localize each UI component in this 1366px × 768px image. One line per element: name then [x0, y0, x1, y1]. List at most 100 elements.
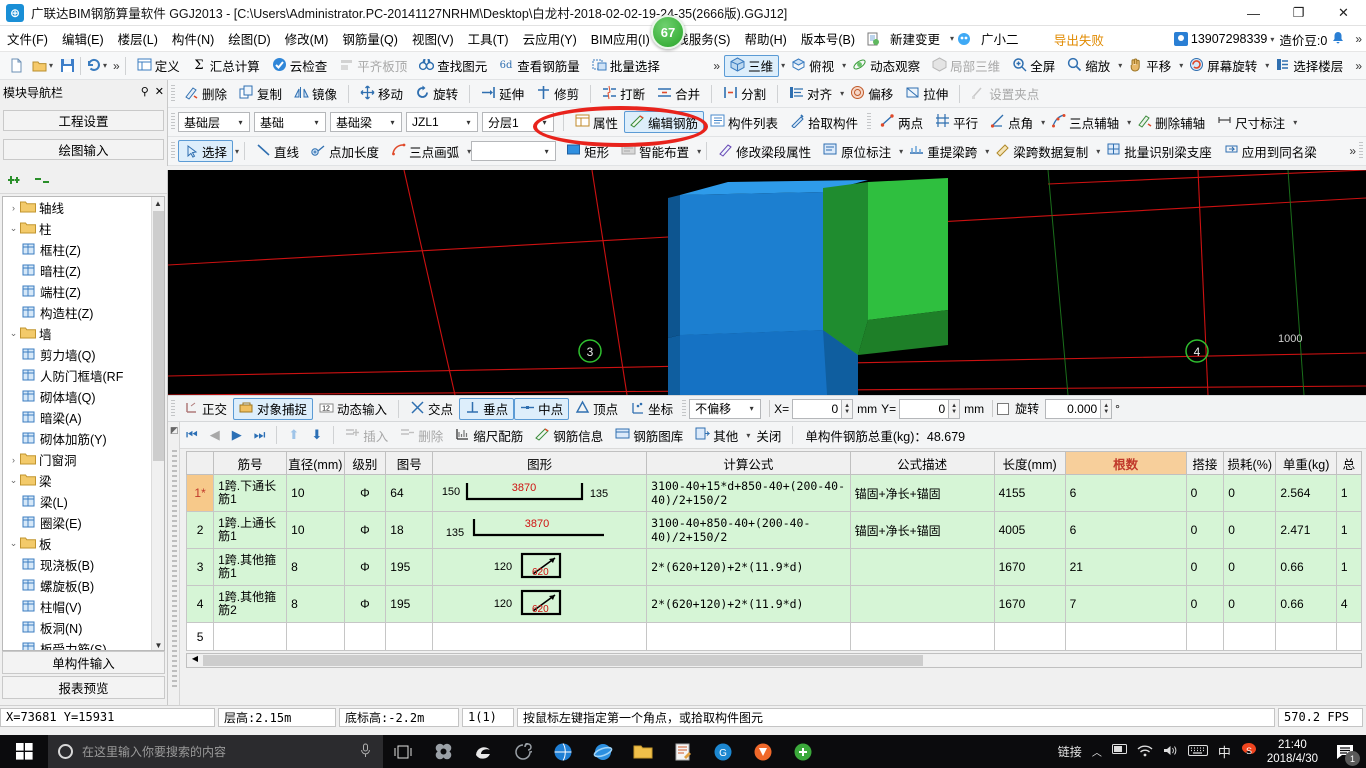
cell-length[interactable]: 1670 [993, 548, 1066, 586]
snap-顶点[interactable]: 顶点 [569, 398, 624, 420]
edit-btn-设置夹点[interactable]: 设置夹点 [965, 83, 1045, 105]
move-up-button[interactable]: ⬆ [282, 424, 305, 446]
maximize-button[interactable]: ❐ [1276, 0, 1321, 26]
tree-expander-icon[interactable]: ⌄ [7, 538, 20, 549]
cell-rebar-name[interactable]: 1跨.其他箍筋1 [213, 548, 288, 586]
col-header-公式描述[interactable]: 公式描述 [849, 451, 995, 475]
menu-item-3[interactable]: 构件(N) [165, 26, 221, 51]
comp-btn-尺寸标注[interactable]: 尺寸标注 [1211, 111, 1291, 133]
tree-item-端柱z[interactable]: 端柱(Z) [3, 281, 151, 302]
menu-item-2[interactable]: 楼层(L) [111, 26, 165, 51]
sidebar-btn-draw-input[interactable]: 绘图输入 [3, 138, 164, 160]
cell-total[interactable]: 1 [1335, 548, 1363, 586]
col-header-筋号[interactable]: 筋号 [213, 451, 288, 475]
tree-item-暗柱z[interactable]: 暗柱(Z) [3, 260, 151, 281]
comp-btn-构件列表[interactable]: 构件列表 [704, 111, 784, 133]
table-row[interactable]: 3 1跨.其他箍筋1 8 Φ 195 120 620 2*(620+120)+2*(11.9*… [185, 548, 1363, 586]
close-icon[interactable]: ✕ [155, 85, 164, 98]
tree-item-轴线[interactable]: › 轴线 [3, 197, 151, 218]
snap-toggle-动态输入[interactable]: 12 动态输入 [313, 398, 393, 420]
tree-expander-icon[interactable]: ⌄ [7, 223, 20, 234]
cell-lap[interactable]: 0 [1185, 585, 1225, 623]
open-file-icon[interactable] [32, 58, 47, 73]
combo-floor[interactable]: 基础层 ▾ [178, 112, 250, 132]
cell-drawing-no[interactable]: 195 [385, 548, 434, 586]
cell-grade[interactable]: Φ [343, 474, 387, 512]
draw-btn-梁跨数据复制[interactable]: 梁跨数据复制 [989, 140, 1094, 162]
cell-shape[interactable]: 135 3870 [432, 511, 648, 549]
cell-diameter[interactable]: 10 [286, 511, 345, 549]
cell-unit-weight[interactable]: 0.66 [1275, 548, 1337, 586]
cell-length[interactable]: 1670 [993, 585, 1066, 623]
cell-count[interactable]: 7 [1064, 585, 1187, 623]
tree-item-柱[interactable]: ⌄ 柱 [3, 218, 151, 239]
snap-坐标[interactable]: 坐标 [624, 398, 679, 420]
collapse-all-icon[interactable] [35, 173, 53, 190]
col-header-搭接[interactable]: 搭接 [1185, 451, 1225, 475]
minimize-button[interactable]: — [1231, 0, 1276, 26]
draw-btn-矩形[interactable]: 矩形 [560, 140, 615, 162]
table-row[interactable]: 1* 1跨.下通长筋1 10 Φ 64 150 3870 135 3100-40+15*d+85… [185, 474, 1363, 512]
taskbar-search[interactable]: 在这里输入你要搜索的内容 [48, 735, 383, 768]
cell-unit-weight[interactable]: 2.471 [1275, 511, 1337, 549]
rebar-btn-插入[interactable]: 插入 [339, 424, 394, 446]
pin-icon[interactable]: ⚲ [141, 85, 149, 98]
rotate-spinner[interactable]: ▲ ▼ [1101, 398, 1113, 419]
view-btn-俯视[interactable]: 俯视 [785, 55, 840, 77]
edit-btn-删除[interactable]: 删除 [178, 83, 233, 105]
cell-diameter[interactable]: 8 [286, 585, 345, 623]
cell-length[interactable]: 4155 [993, 474, 1066, 512]
menu-item-0[interactable]: 文件(F) [0, 26, 55, 51]
close-button[interactable]: ✕ [1321, 0, 1366, 26]
cell-formula-desc[interactable] [849, 622, 995, 651]
move-down-button[interactable]: ⬇ [305, 424, 328, 446]
edit-btn-镜像[interactable]: 镜像 [288, 83, 343, 105]
taskbar-app-ggj[interactable]: G [703, 735, 743, 768]
cell-drawing-no[interactable]: 195 [385, 585, 434, 623]
cell-total[interactable] [1335, 622, 1363, 651]
cell-formula-desc[interactable]: 锚固+净长+锚固 [849, 511, 995, 549]
x-input[interactable]: 0 [792, 398, 843, 419]
comp-btn-删除辅轴[interactable]: 删除辅轴 [1131, 111, 1211, 133]
cell-formula-desc[interactable]: 锚固+净长+锚固 [849, 474, 995, 512]
combo-component[interactable]: JZL1 ▾ [406, 112, 478, 132]
cell-formula[interactable]: 2*(620+120)+2*(11.9*d) [646, 548, 851, 586]
edit-btn-延伸[interactable]: 延伸 [475, 83, 530, 105]
col-header-直径mm[interactable]: 直径(mm) [286, 451, 345, 475]
table-row[interactable]: 5 [185, 622, 1363, 651]
toolbar-btn-汇总计算[interactable]: Σ 汇总计算 [186, 55, 266, 77]
combo-category[interactable]: 基础 ▾ [254, 112, 326, 132]
cell-grade[interactable]: Φ [343, 548, 387, 586]
col-header-图号[interactable]: 图号 [385, 451, 434, 475]
cell-drawing-no[interactable] [385, 622, 434, 651]
snap-toggle-对象捕捉[interactable]: 对象捕捉 [233, 397, 314, 420]
nav-prev-button[interactable]: ◀ [204, 424, 226, 446]
cell-loss[interactable]: 0 [1223, 548, 1277, 586]
draw-btn-三点画弧[interactable]: 三点画弧 [385, 140, 465, 162]
combo-component-type[interactable]: 基础梁 ▾ [330, 112, 402, 132]
open-file-chevron-icon[interactable]: ▾ [49, 61, 53, 70]
cell-grade[interactable]: Φ [343, 585, 387, 623]
expand-all-icon[interactable] [8, 173, 26, 190]
tool-select[interactable]: 选择 [178, 140, 234, 162]
rebar-table[interactable]: 筋号 直径(mm) 级别 图号 图形 计算公式 公式描述 长度(mm) 根数 搭接 损耗(%) 单重(… [185, 451, 1363, 651]
menu-item-10[interactable]: BIM应用(I) [584, 26, 657, 51]
cell-lap[interactable]: 0 [1185, 511, 1225, 549]
cell-grade[interactable]: Φ [343, 511, 387, 549]
tree-item-梁[interactable]: ⌄ 梁 [3, 470, 151, 491]
view-btn-缩放[interactable]: 缩放 [1061, 55, 1116, 77]
panel-collapse-strip[interactable]: ◩ [168, 422, 180, 705]
snap-toggle-正交[interactable]: 正交 [178, 398, 233, 420]
draw-btn-直线[interactable]: 直线 [250, 140, 305, 162]
edit-btn-对齐[interactable]: 对齐 [783, 83, 838, 105]
tree-item-螺旋板b[interactable]: 螺旋板(B) [3, 575, 151, 596]
toolbar4-overflow[interactable]: » [1349, 144, 1356, 158]
notification-center-button[interactable]: 1 [1328, 735, 1362, 768]
combo-layer[interactable]: 分层1 ▾ [482, 112, 554, 132]
nav-last-button[interactable]: ⏭ [248, 424, 272, 446]
comp-btn-点角[interactable]: 点角 [984, 111, 1039, 133]
volume-icon[interactable] [1163, 744, 1178, 760]
tree-expander-icon[interactable]: › [7, 203, 20, 213]
rebar-btn-删除[interactable]: 删除 [394, 424, 449, 446]
tree-item-板洞n[interactable]: 板洞(N) [3, 617, 151, 638]
